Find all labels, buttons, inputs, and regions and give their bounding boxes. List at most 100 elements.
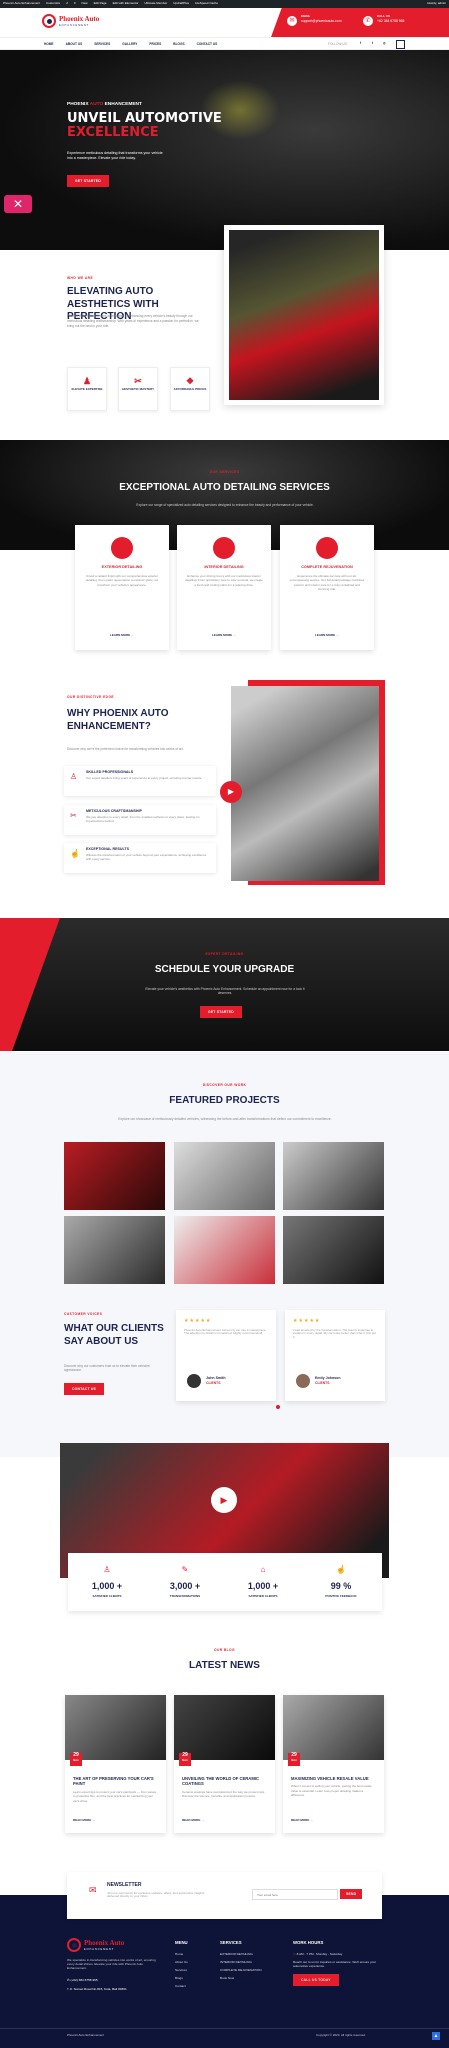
nav-gallery[interactable]: GALLERY <box>122 42 137 46</box>
why-item-professionals: ♙ SKILLED PROFESSIONALS Our expert detaile… <box>64 766 216 796</box>
admin-updates-count[interactable]: 2 <box>66 1 68 6</box>
nav-contact[interactable]: CONTACT US <box>197 42 218 46</box>
footer-service-interior[interactable]: INTERIOR DETAILING <box>220 1960 285 1964</box>
projects-description: Explore our showcase of meticulously det… <box>118 1117 332 1121</box>
avatar <box>187 1374 201 1388</box>
nav-home[interactable]: HOME <box>44 42 54 46</box>
admin-updraft-link[interactable]: UpdraftPlus <box>173 1 189 6</box>
admin-new-link[interactable]: New <box>82 1 88 6</box>
admin-site-link[interactable]: Phoenix Auto Enhancement <box>3 1 40 6</box>
newsletter-email-input[interactable] <box>252 1889 338 1900</box>
nav-blogs[interactable]: BLOGS <box>173 42 184 46</box>
logo-subtext: ENHANCEMENT <box>59 23 90 27</box>
learn-more-link[interactable]: LEARN MORE → <box>280 633 374 638</box>
why-item-results: ☝ EXCEPTIONAL RESULTS Witness the transfor… <box>64 843 216 873</box>
reviewer-role: CLIENTS <box>206 1381 221 1385</box>
footer-link-home[interactable]: Home <box>175 1952 188 1956</box>
contact-strip: ✉ EMAIL support@phoenixauto.com ✆ CALL U… <box>271 8 449 37</box>
admin-customize-link[interactable]: Customize <box>46 1 60 6</box>
footer-service-exterior[interactable]: EXTERIOR DETAILING <box>220 1952 285 1956</box>
footer-book-now[interactable]: Book Now <box>220 1976 285 1980</box>
learn-more-link[interactable]: LEARN MORE → <box>177 633 271 638</box>
play-video-icon[interactable]: ▶ <box>211 1487 237 1513</box>
news-date: 29 Nov <box>179 1753 191 1766</box>
why-photo: ▶ <box>220 686 379 881</box>
learn-more-link[interactable]: LEARN MORE → <box>75 633 169 638</box>
admin-elementor-link[interactable]: Edit with Elementor <box>113 1 139 6</box>
close-icon[interactable]: ✕ <box>4 195 32 213</box>
call-us-today-button[interactable]: CALL US TODAY <box>293 1973 339 1987</box>
instagram-icon[interactable]: ◎ <box>383 41 386 45</box>
footer-logo[interactable]: Phoenix Auto ENHANCEMENT <box>67 1938 124 1952</box>
footer-link-contact[interactable]: Contact <box>175 1984 188 1988</box>
service-card-interior[interactable]: INTERIOR DETAILING Enhance your driving l… <box>177 525 271 650</box>
email-link[interactable]: support@phoenixauto.com <box>301 19 342 23</box>
newsletter-send-button[interactable]: SEND <box>340 1889 363 1900</box>
email-icon: ✉ <box>287 16 297 26</box>
hours-description: Reach out to us for inquiries or assista… <box>293 1959 377 1968</box>
read-more-link[interactable]: READ MORE → <box>291 1818 313 1823</box>
footer-service-rejuvenation[interactable]: COMPLETE REJUVENATION <box>220 1968 285 1972</box>
news-photo: 29 Nov <box>174 1695 275 1766</box>
project-photo-5[interactable] <box>174 1216 275 1284</box>
footer-link-about[interactable]: About Us <box>175 1960 188 1964</box>
play-video-icon[interactable]: ▶ <box>220 781 242 803</box>
feature-elevate-expertise: ♟ ELEVATE EXPERTISE <box>67 367 107 411</box>
carousel-dot[interactable] <box>276 1405 280 1409</box>
menu-grid-icon[interactable] <box>396 40 405 49</box>
footer-link-services[interactable]: Services <box>175 1968 188 1972</box>
footer-phone[interactable]: ✆ (+62) 384 6758 965 <box>67 1978 98 1982</box>
admin-litespeed-link[interactable]: LiteSpeed Cache <box>195 1 218 6</box>
project-photo-2[interactable] <box>174 1142 275 1210</box>
project-photo-1[interactable] <box>64 1142 165 1210</box>
admin-comments-count[interactable]: 0 <box>74 1 76 6</box>
service-card-rejuvenation[interactable]: COMPLETE REJUVENATION Experience the ulti… <box>280 525 374 650</box>
professional-icon: ♙ <box>70 772 78 781</box>
phoenix-logo-icon <box>42 14 56 28</box>
news-photo: 29 Nov <box>65 1695 166 1766</box>
hero-section: PHOENIX AUTO ENHANCEMENT UNVEIL AUTOMOTI… <box>0 50 449 250</box>
news-card-2[interactable]: 29 Nov UNVEILING THE WORLD OF CERAMIC COAT… <box>174 1695 275 1833</box>
nav-about[interactable]: ABOUT US <box>66 42 83 46</box>
reviewer-name: Emily Johnson <box>315 1376 341 1380</box>
car-wash-icon <box>111 537 133 559</box>
footer-copyright-left: Phoenix Auto Enhancement <box>67 2033 105 2037</box>
feature-affordable-prices: ❖ AFFORDABLE PRICES <box>170 367 210 411</box>
footer-link-blogs[interactable]: Blogs <box>175 1976 188 1980</box>
cta-get-started-button[interactable]: GET STARTED <box>200 1006 242 1019</box>
news-card-3[interactable]: 29 Nov MAXIMIZING VEHICLE RESALE VALUE When… <box>283 1695 384 1833</box>
avatar <box>296 1374 310 1388</box>
cta-red-stripe <box>0 918 60 1051</box>
admin-um-link[interactable]: Ultimate Member <box>144 1 167 6</box>
facebook-icon[interactable]: f <box>360 41 361 45</box>
about-description: Phoenix Auto Enhancement is dedicated to… <box>67 314 199 328</box>
service-card-exterior[interactable]: EXTERIOR DETAILING Unveil a radiant finis… <box>75 525 169 650</box>
nav-services[interactable]: SERVICES <box>94 42 110 46</box>
admin-howdy[interactable]: Howdy, admin <box>427 1 446 6</box>
news-photo: 29 Nov <box>283 1695 384 1766</box>
site-logo[interactable]: Phoenix Auto ENHANCEMENT <box>42 14 99 28</box>
nav-prices[interactable]: PRICES <box>149 42 161 46</box>
expertise-icon: ♟ <box>82 376 92 386</box>
stat-transformations: ✎ 3,000 + TRANSFORMATIONS <box>150 1565 220 1599</box>
read-more-link[interactable]: READ MORE → <box>73 1818 95 1823</box>
about-tag: WHO WE ARE <box>67 276 94 280</box>
project-photo-6[interactable] <box>283 1216 384 1284</box>
scroll-top-icon[interactable]: ▲ <box>432 2032 440 2040</box>
phone-link[interactable]: +62 384 6758 965 <box>377 19 404 23</box>
stat-satisfied-clients-2: ⌂ 1,000 + SATISFIED CLIENTS <box>228 1565 298 1599</box>
hero-get-started-button[interactable]: GET STARTED <box>67 175 109 188</box>
why-description: Discover why we're the preferred choice … <box>67 747 184 751</box>
footer-about: We specialize in transforming vehicles i… <box>67 1958 156 1971</box>
project-photo-4[interactable] <box>64 1216 165 1284</box>
read-more-link[interactable]: READ MORE → <box>182 1818 204 1823</box>
mail-icon: ✉ <box>89 1885 97 1895</box>
news-card-1[interactable]: 29 Nov THE ART OF PRESERVING YOUR CAR'S PA… <box>65 1695 166 1833</box>
project-photo-3[interactable] <box>283 1142 384 1210</box>
phoenix-logo-icon <box>67 1938 81 1952</box>
twitter-icon[interactable]: t <box>372 41 373 45</box>
garage-icon: ⌂ <box>260 1565 266 1574</box>
clients-icon: ♙ <box>103 1565 111 1574</box>
contact-us-button[interactable]: CONTACT US <box>64 1383 104 1396</box>
admin-edit-page-link[interactable]: Edit Page <box>94 1 107 6</box>
